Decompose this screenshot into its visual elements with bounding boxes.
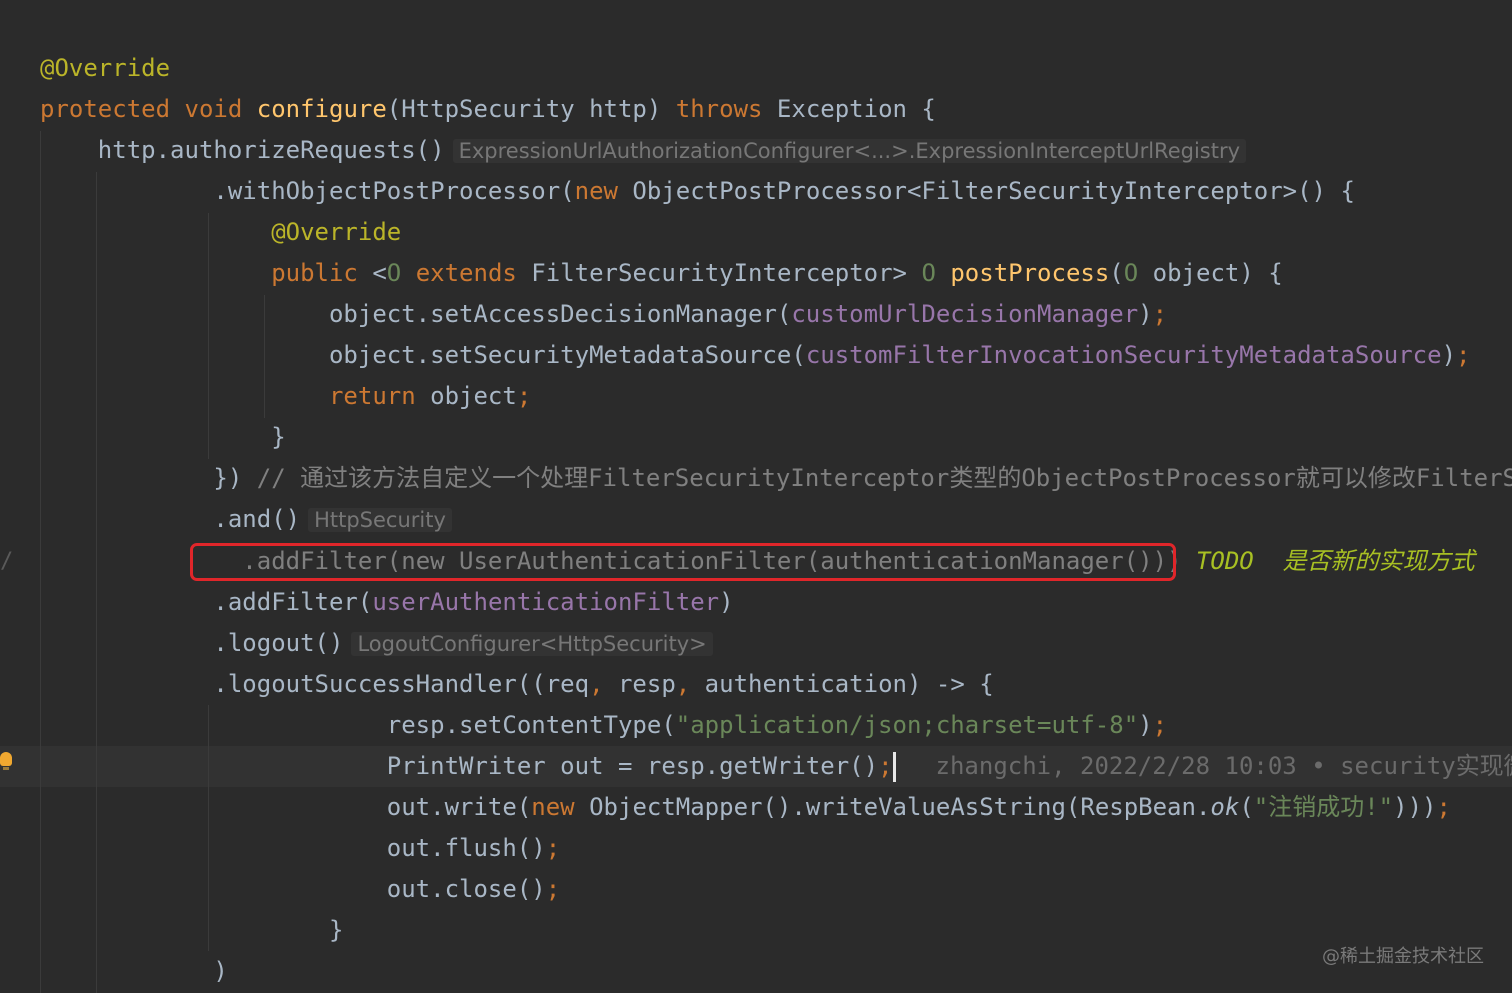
- type-hint-logout: LogoutConfigurer<HttpSecurity>: [351, 632, 713, 656]
- code-line[interactable]: }: [40, 910, 343, 951]
- keyword-throws: throws: [675, 95, 763, 123]
- close-paren: ): [1138, 300, 1153, 328]
- with-processor-call: .withObjectPostProcessor(: [213, 177, 575, 205]
- code-line[interactable]: }: [40, 417, 286, 458]
- logout-call: .logout(): [213, 629, 344, 657]
- object-mapper-call: ObjectMapper().writeValueAsString(RespBe…: [574, 793, 1211, 821]
- close-paren: ): [1441, 341, 1457, 369]
- type-param-o: O: [386, 259, 402, 287]
- semicolon: ;: [1436, 793, 1451, 821]
- code-line[interactable]: .logoutSuccessHandler((req, resp, authen…: [40, 664, 994, 705]
- return-value: object: [415, 382, 517, 410]
- set-content-type-call: resp.setContentType(: [386, 711, 676, 739]
- code-line[interactable]: PrintWriter out = resp.getWriter(); zhang…: [40, 746, 1512, 787]
- lambda-param-authentication: authentication) -> {: [690, 670, 994, 698]
- code-line[interactable]: out.close();: [40, 869, 560, 910]
- code-line[interactable]: out.flush();: [40, 828, 560, 869]
- annotation-override: @Override: [40, 54, 171, 82]
- method-ok: ok: [1210, 793, 1240, 821]
- string-logout-success: "注销成功!": [1253, 793, 1394, 821]
- method-name-post-process: postProcess: [950, 259, 1110, 287]
- object-post-processor-type: ObjectPostProcessor<FilterSecurityInterc…: [617, 177, 1355, 205]
- todo-comment: TODO 是否新的实现方式: [1195, 547, 1475, 575]
- keyword-return: return: [328, 382, 416, 410]
- code-line[interactable]: }) // 通过该方法自定义一个处理FilterSecurityIntercep…: [40, 458, 1512, 499]
- and-call: .and(): [213, 505, 301, 533]
- code-line[interactable]: object.setSecurityMetadataSource(customF…: [40, 335, 1471, 376]
- code-line[interactable]: .and() HttpSecurity: [40, 499, 452, 540]
- code-line[interactable]: protected void configure(HttpSecurity ht…: [40, 89, 936, 130]
- logout-success-handler-call: .logoutSuccessHandler((req: [213, 670, 590, 698]
- out-close-call: out.close(): [386, 875, 546, 903]
- semicolon: ;: [1152, 300, 1168, 328]
- code-line[interactable]: out.write(new ObjectMapper().writeValueA…: [40, 787, 1451, 828]
- generic-open: <: [357, 259, 387, 287]
- keyword-new: new: [574, 177, 618, 205]
- code-line[interactable]: .withObjectPostProcessor(new ObjectPostP…: [40, 171, 1355, 212]
- keyword-public: public: [271, 259, 358, 287]
- close-paren: ): [719, 588, 734, 616]
- semicolon: ;: [516, 382, 532, 410]
- semicolon: ;: [878, 752, 893, 780]
- keyword-extends: extends: [415, 259, 517, 287]
- type-hint-authorize: ExpressionUrlAuthorizationConfigurer<...…: [452, 139, 1247, 163]
- gutter-change-marker[interactable]: /: [0, 549, 13, 574]
- set-decision-manager-call: object.setAccessDecisionManager(: [328, 300, 792, 328]
- field-user-authentication-filter: userAuthenticationFilter: [372, 588, 720, 616]
- out-flush-call: out.flush(): [386, 834, 546, 862]
- add-filter-call: .addFilter(: [213, 588, 373, 616]
- text-caret: [892, 752, 896, 782]
- git-blame-annotation[interactable]: zhangchi, 2022/2/28 10:03 • security实现微: [936, 752, 1512, 780]
- print-writer-line: PrintWriter out = resp.getWriter(): [386, 752, 879, 780]
- lightbulb-icon[interactable]: [0, 752, 12, 770]
- semicolon: ;: [545, 834, 561, 862]
- keyword-new: new: [531, 793, 575, 821]
- red-highlight-box: [190, 543, 1176, 581]
- code-line[interactable]: @Override: [40, 48, 170, 89]
- keyword-protected: protected: [40, 95, 171, 123]
- code-line[interactable]: ): [40, 951, 228, 992]
- generic-bound: FilterSecurityInterceptor>: [516, 259, 922, 287]
- code-line[interactable]: object.setAccessDecisionManager(customUr…: [40, 294, 1167, 335]
- out-write-call: out.write(: [386, 793, 532, 821]
- exception-type: Exception {: [762, 95, 936, 123]
- code-line[interactable]: return object;: [40, 376, 531, 417]
- code-line[interactable]: .logout() LogoutConfigurer<HttpSecurity>: [40, 623, 713, 664]
- semicolon: ;: [545, 875, 561, 903]
- comma: ,: [675, 670, 691, 698]
- type-param-o: O: [921, 259, 936, 287]
- field-custom-metadata-source: customFilterInvocationSecurityMetadataSo…: [805, 341, 1442, 369]
- close-processor: }): [213, 464, 243, 492]
- code-line[interactable]: resp.setContentType("application/json;ch…: [40, 705, 1167, 746]
- open-paren: (: [1239, 793, 1254, 821]
- method-name-configure: configure: [256, 95, 387, 123]
- comma: ,: [589, 670, 604, 698]
- field-custom-url-decision-manager: customUrlDecisionManager: [791, 300, 1139, 328]
- string-content-type: "application/json;charset=utf-8": [675, 711, 1139, 739]
- final-close-paren: ): [213, 957, 228, 985]
- semicolon: ;: [1152, 711, 1168, 739]
- code-line[interactable]: @Override: [40, 212, 401, 253]
- configure-params: (HttpSecurity http): [386, 95, 676, 123]
- keyword-void: void: [184, 95, 243, 123]
- semicolon: ;: [1456, 341, 1471, 369]
- code-line[interactable]: http.authorizeRequests() ExpressionUrlAut…: [40, 130, 1247, 171]
- type-hint-and: HttpSecurity: [308, 508, 452, 532]
- set-metadata-source-call: object.setSecurityMetadataSource(: [328, 341, 806, 369]
- lambda-param-resp: resp: [603, 670, 676, 698]
- post-process-param: object) {: [1138, 259, 1283, 287]
- close-brace: }: [328, 916, 344, 944]
- annotation-override: @Override: [271, 218, 402, 246]
- close-brace: }: [271, 423, 286, 451]
- watermark: @稀土掘金技术社区: [1322, 946, 1484, 967]
- code-line[interactable]: .addFilter(userAuthenticationFilter): [40, 582, 734, 623]
- triple-close-paren: ))): [1393, 793, 1437, 821]
- authorize-requests-call: http.authorizeRequests(): [97, 136, 445, 164]
- code-editor[interactable]: @Override protected void configure(HttpS…: [0, 0, 1512, 993]
- close-paren: ): [1138, 711, 1153, 739]
- type-param-o: O: [1123, 259, 1139, 287]
- code-line[interactable]: public <O extends FilterSecurityIntercep…: [40, 253, 1283, 294]
- code-comment: // 通过该方法自定义一个处理FilterSecurityInterceptor…: [256, 464, 1512, 492]
